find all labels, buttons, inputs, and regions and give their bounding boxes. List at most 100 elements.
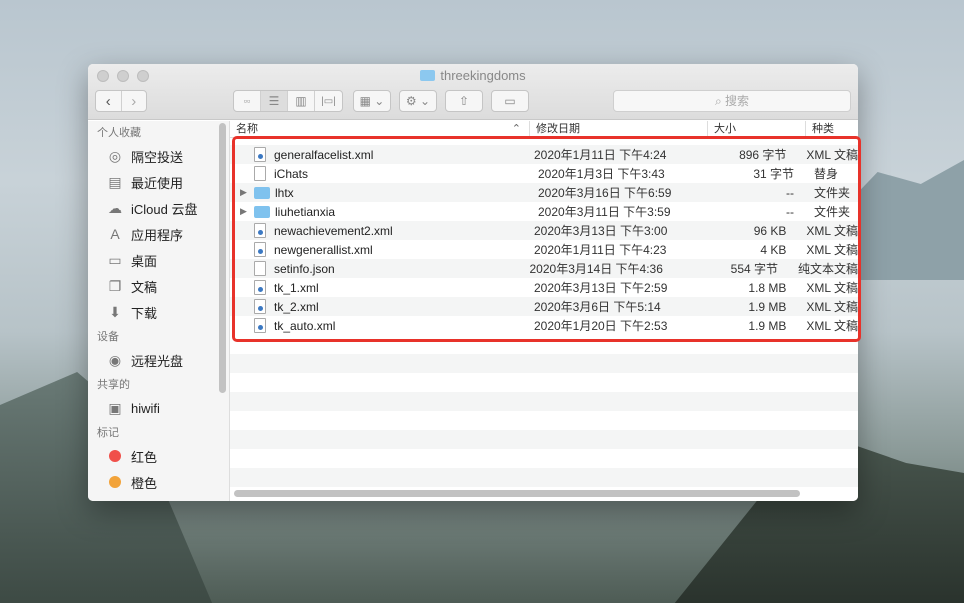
sidebar-item-label: iCloud 云盘 [131,201,198,217]
group-icon: ▦ ⌄ [359,94,385,108]
file-size: 31 字节 [753,167,794,181]
sidebar-item-label: 隔空投送 [131,149,184,165]
file-date: 2020年3月11日 下午3:59 [538,205,671,219]
file-size: 96 KB [753,223,787,238]
file-size: 554 字节 [730,262,778,276]
file-date: 2020年1月11日 下午4:24 [533,148,667,162]
file-row[interactable]: tk_1.xml 2020年3月13日 下午2:59 1.8 MB XML 文稿 [230,278,858,297]
file-name: liuhetianxia [275,204,336,219]
file-size: 896 字节 [739,148,787,162]
gear-icon: ⚙ ⌄ [405,94,431,108]
sidebar-item[interactable]: ⬇ 下载 [88,299,229,325]
file-name: newgenerallist.xml [274,242,373,257]
group-button[interactable]: ▦ ⌄ [353,90,391,112]
text-file-icon [254,261,266,276]
file-row[interactable]: ▶ liuhetianxia 2020年3月11日 下午3:59 -- 文件夹 [230,202,858,221]
empty-rows [230,335,858,501]
sidebar-item-label: hiwifi [131,400,160,416]
file-row[interactable]: tk_auto.xml 2020年1月20日 下午2:53 1.9 MB XML 文稿 [230,316,858,335]
file-name: tk_2.xml [274,299,319,314]
file-row[interactable]: iChats 2020年1月3日 下午3:43 31 字节 替身 [230,164,858,183]
back-button[interactable]: ‹ [96,91,122,111]
sidebar-item[interactable]: A 应用程序 [88,221,229,247]
file-name: newachievement2.xml [274,223,393,238]
tag-color-icon [106,447,124,465]
sidebar-item[interactable]: 橙色 [88,469,229,495]
column-kind[interactable]: 种类 [806,121,858,137]
file-date: 2020年3月6日 下午5:14 [533,300,661,314]
file-date: 2020年3月14日 下午4:36 [529,262,663,276]
sort-ascending-icon: ⌃ [511,123,521,135]
share-button[interactable]: ⇧ [445,90,483,112]
sidebar-scrollbar[interactable] [219,123,226,393]
file-date: 2020年3月13日 下午2:59 [533,281,668,295]
sidebar-item-label: 远程光盘 [131,353,184,369]
sidebar-item-label: 最近使用 [131,175,184,191]
file-kind: XML 文稿 [806,243,858,257]
computer-icon: ▣ [108,399,122,416]
disclosure-triangle-icon[interactable]: ▶ [240,187,254,198]
sidebar-item[interactable]: ◎ 隔空投送 [88,143,229,169]
download-icon: ⬇ [109,303,121,320]
xml-file-icon [254,147,266,162]
file-row[interactable]: newachievement2.xml 2020年3月13日 下午3:00 96 K… [230,221,858,240]
sidebar-item-label: 红色 [131,449,158,465]
folder-icon [254,186,270,199]
search-icon: ⌕ [714,94,726,108]
file-kind: XML 文稿 [806,319,858,333]
horizontal-scrollbar[interactable] [234,490,800,497]
sidebar-section-header: 标记 [97,427,119,439]
column-date-label: 修改日期 [536,123,580,135]
view-mode-control: ▫▫ ☰ ▥ |▭| [233,90,343,112]
alias-icon [254,166,266,181]
file-row[interactable]: tk_2.xml 2020年3月6日 下午5:14 1.9 MB XML 文稿 [230,297,858,316]
xml-file-icon [254,280,266,295]
column-name[interactable]: 名称 ⌃ [230,121,530,137]
nav-buttons: ‹ › [95,90,147,112]
titlebar: threekingdoms ‹ › ▫▫ ☰ ▥ |▭| ▦ ⌄ ⚙ ⌄ ⇧ ▭ … [88,64,858,120]
disc-icon: ◉ [108,351,122,368]
sidebar-item-label: 文稿 [131,279,158,295]
sidebar-item[interactable]: 红色 [88,443,229,469]
sidebar-item[interactable]: ☁ iCloud 云盘 [88,195,229,221]
file-row[interactable]: ▶ lhtx 2020年3月16日 下午6:59 -- 文件夹 [230,183,858,202]
list-view-icon[interactable]: ☰ [261,91,288,111]
file-name: tk_1.xml [274,280,319,295]
file-row[interactable]: generalfacelist.xml 2020年1月11日 下午4:24 896 … [230,145,858,164]
column-view-icon[interactable]: ▥ [288,91,315,111]
column-kind-label: 种类 [812,123,834,135]
file-kind: XML 文稿 [806,224,858,238]
file-size: 1.8 MB [748,280,787,295]
sidebar-item[interactable]: ▭ 桌面 [88,247,229,273]
column-size-label: 大小 [714,123,736,135]
sidebar-item[interactable]: ▣ hiwifi [88,395,229,421]
forward-button[interactable]: › [122,91,147,111]
sidebar-item[interactable]: ❐ 文稿 [88,273,229,299]
file-size: 4 KB [760,242,787,257]
desktop-icon: ▭ [108,251,122,268]
action-button[interactable]: ⚙ ⌄ [399,90,437,112]
tag-button[interactable]: ▭ [491,90,529,112]
file-row[interactable]: setinfo.json 2020年3月14日 下午4:36 554 字节 纯文本文稿 [230,259,858,278]
window-title-text: threekingdoms [440,68,526,83]
gallery-view-icon[interactable]: |▭| [315,91,342,111]
file-name: generalfacelist.xml [274,147,374,162]
column-date[interactable]: 修改日期 [530,121,708,137]
sidebar-section-header: 个人收藏 [97,127,141,139]
icon-view-icon[interactable]: ▫▫ [234,91,261,111]
column-size[interactable]: 大小 [708,121,806,137]
file-row[interactable]: newgenerallist.xml 2020年1月11日 下午4:23 4 KB X… [230,240,858,259]
file-kind: 文件夹 [814,205,851,219]
file-size: -- [786,185,794,200]
file-list: 名称 ⌃ 修改日期 大小 种类 generalfacelist.xml 2020年1… [230,121,858,501]
cloud-icon: ☁ [108,199,122,216]
sidebar-item[interactable]: ◉ 远程光盘 [88,347,229,373]
window-title: threekingdoms [88,68,858,83]
file-date: 2020年3月13日 下午3:00 [533,224,668,238]
sidebar-item[interactable]: ▤ 最近使用 [88,169,229,195]
folder-icon [420,70,436,81]
search-input[interactable]: ⌕ 搜索 [613,90,851,112]
xml-file-icon [254,299,266,314]
disclosure-triangle-icon[interactable]: ▶ [240,206,254,217]
file-name: tk_auto.xml [274,318,336,333]
